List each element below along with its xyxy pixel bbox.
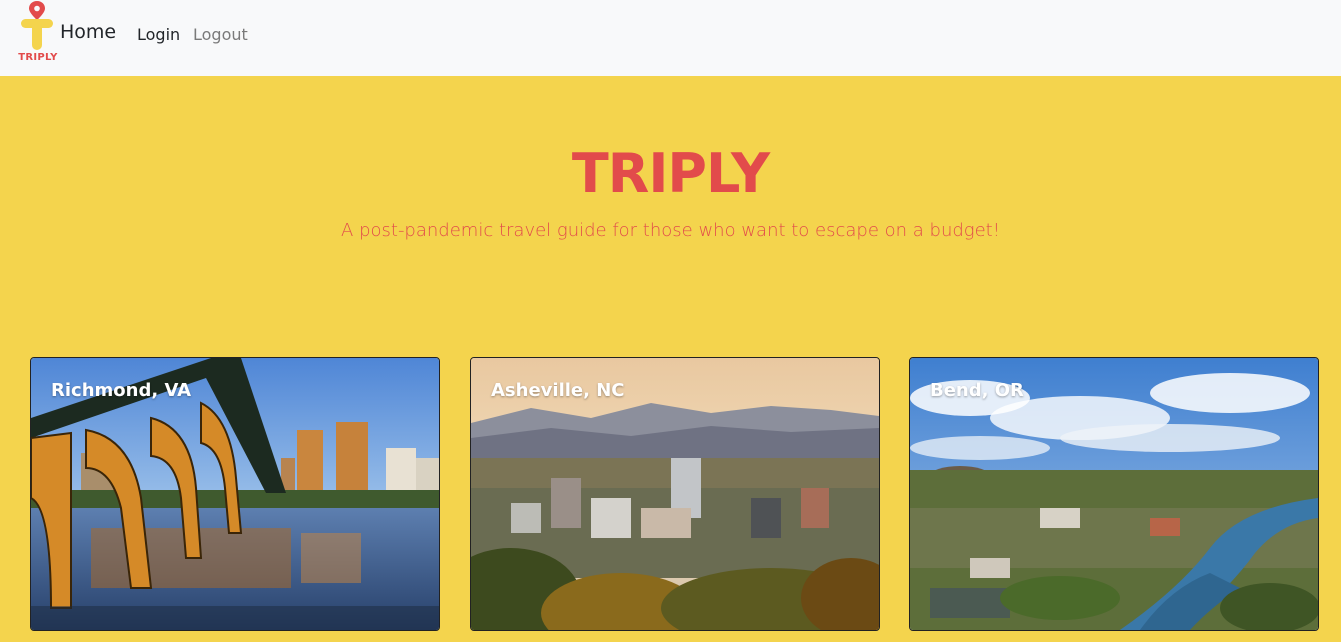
hero-subtitle: A post-pandemic travel guide for those w… (341, 220, 1000, 241)
navbar: TRIPLY Home Login Logout (0, 0, 1341, 76)
logo-wordmark: TRIPLY (18, 52, 58, 63)
card-title: Asheville, NC (491, 380, 625, 401)
destination-card-asheville[interactable]: Asheville, NC (470, 357, 880, 631)
logout-link[interactable]: Logout (193, 25, 248, 44)
destination-card-richmond[interactable]: Richmond, VA (30, 357, 440, 631)
destination-card-bend[interactable]: Bend, OR (909, 357, 1319, 631)
card-title: Bend, OR (930, 380, 1024, 401)
home-link[interactable]: Home (60, 21, 116, 43)
card-title: Richmond, VA (51, 380, 192, 401)
login-link[interactable]: Login (137, 25, 180, 44)
triply-logo[interactable]: TRIPLY (14, 0, 62, 66)
hero-title: TRIPLY (571, 142, 770, 205)
